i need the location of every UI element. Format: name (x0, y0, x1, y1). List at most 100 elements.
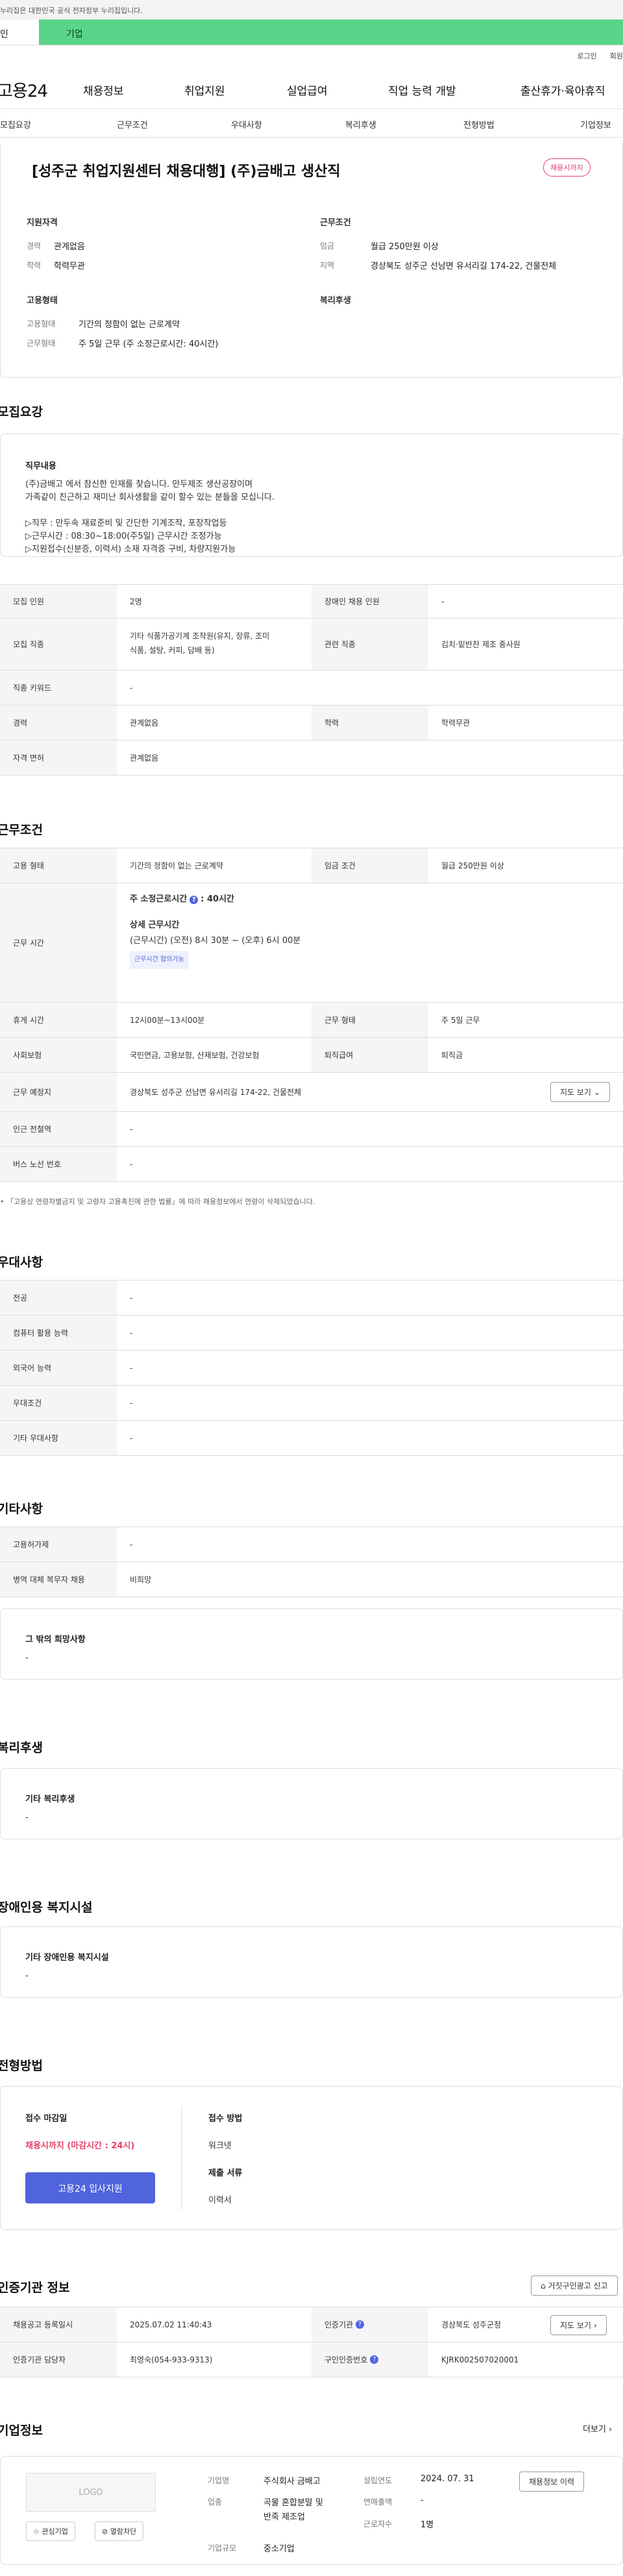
language-label: 외국어 능력 (0, 1351, 117, 1385)
facility-label: 기타 장애인용 복지시설 (25, 1953, 109, 1963)
gov-banner: 누리집은 대한민국 공식 전자정부 누리집입니다. (0, 0, 623, 19)
wage-value: 월급 250만원 이상 (441, 861, 504, 870)
nav-item-job-training[interactable]: 직업 능력 개발 (388, 82, 456, 98)
tab-welfare[interactable]: 복리후생 (345, 118, 376, 130)
tab-preference[interactable]: 우대사항 (231, 118, 262, 130)
info-icon[interactable]: ? (189, 896, 199, 904)
deadline-value: 채용시까지 (마감시간 : 24시) (25, 2141, 135, 2151)
work-hours-value: 주 소정근로시간?: 40시간 상세 근무시간 (근무시간) (오전) 8시 3… (117, 883, 623, 1002)
nav-item-unemployment-benefit[interactable]: 실업급여 (287, 82, 328, 98)
table-row: 모집 인원 2명 장애인 채용 인원 - (0, 585, 623, 619)
map-view-button[interactable]: 지도 보기 ⌄ (550, 1082, 610, 1102)
method-value: 워크넷 (208, 2141, 232, 2151)
bus-value: - (130, 1159, 133, 1169)
disabled-headcount-label: 장애인 채용 인원 (312, 585, 428, 618)
nav-item-jobs[interactable]: 채용정보 (83, 82, 124, 98)
block-icon: ⊘ (102, 2527, 110, 2536)
company-size-label: 기업규모 (208, 2544, 237, 2553)
employment-heading: 고용형태 (27, 296, 58, 306)
job-summary-card: [성주군 취업지원센터 채용대행] (주)금배고 생산직 채용시까지 지원자격 … (0, 143, 623, 378)
tab-company[interactable]: 기업정보 (580, 118, 611, 130)
main-nav: 고용24 채용정보 취업지원 실업급여 직업 능력 개발 출산휴가·육아휴직 (0, 64, 623, 109)
block-view-button[interactable]: ⊘ 열람차단 (95, 2521, 144, 2541)
work-form-label: 근무 형태 (312, 1003, 428, 1037)
table-row: 자격 면허 관계없음 (0, 741, 623, 776)
duty-line: 가족같이 친근하고 재미난 회사생활을 같이 할수 있는 분들을 모십니다. (25, 493, 275, 502)
work-form-value: 주 5일 근무 (441, 1016, 480, 1025)
bullet-icon: • (0, 1197, 6, 1206)
table-row: 경력 관계없음 학력 학력무관 (0, 705, 623, 741)
documents-label: 제출 서류 (208, 2168, 243, 2178)
subway-value: - (130, 1124, 133, 1134)
tab-personal[interactable]: 인 (0, 19, 39, 45)
company-more-link[interactable]: 더보기 › (583, 2422, 612, 2435)
wage-value: 월급 250만원 이상 (371, 242, 439, 252)
subway-label: 인근 전철역 (0, 1112, 117, 1146)
age-notice: • 「고용상 연령차별금지 및 고령자 고용촉진에 관한 법률」에 따라 채용정… (0, 1197, 315, 1206)
tab-screening[interactable]: 전형방법 (463, 118, 495, 130)
career-label: 경력 (0, 705, 117, 740)
keyword-label: 직종 키워드 (0, 670, 117, 705)
major-label: 전공 (0, 1281, 117, 1315)
weekly-hours: 주 소정근로시간?: 40시간 (130, 894, 234, 904)
duty-line: ▷근무시간 : 08:30~18:00(주5일) 근무시간 조정가능 (25, 532, 222, 541)
welfare-section-title: 복리후생 (0, 1741, 43, 1755)
detail-hours-value: (근무시간) (오전) 8시 30분 ~ (오후) 6시 00분 (130, 936, 301, 946)
info-icon[interactable]: ? (356, 2320, 365, 2329)
utility-links: 로그인 회원가 (0, 45, 623, 64)
tab-company[interactable]: 기업 (39, 19, 623, 45)
table-row: 기타 우대사항 - (0, 1421, 623, 1456)
headcount-label: 모집 인원 (0, 585, 117, 618)
signup-link[interactable]: 회원가 (610, 51, 623, 64)
audience-tabs: 인 기업 (0, 19, 623, 45)
facility-value: - (25, 1971, 29, 1981)
facility-section-title: 장애인용 복지시설 (0, 1900, 93, 1915)
report-fake-ad-button[interactable]: ⌂ 거짓구인광고 신고 (531, 2275, 618, 2296)
apply-button[interactable]: 고용24 입사지원 (25, 2172, 155, 2203)
license-value: 관계없음 (130, 754, 159, 763)
related-job-label: 관련 직종 (312, 619, 428, 670)
workplace-label: 근무 예정지 (0, 1073, 117, 1111)
table-row: 컴퓨터 활용 능력 - (0, 1316, 623, 1351)
table-row: 휴게 시간 12시00분~13시00분 근무 형태 주 5일 근무 (0, 1003, 623, 1038)
favorite-company-button[interactable]: ☆ 관심기업 (26, 2521, 75, 2541)
education-value: 학력무관 (441, 718, 470, 728)
manager-label: 인증기관 담당자 (0, 2342, 117, 2377)
conditions-table: 고용 형태 기간의 정함이 없는 근로계약 임금 조건 월급 250만원 이상 … (0, 848, 623, 1188)
tab-recruit[interactable]: 모집요강 (0, 118, 31, 130)
career-label: 경력 (27, 241, 42, 251)
login-link[interactable]: 로그인 (577, 51, 596, 64)
nav-item-parental-leave[interactable]: 출산휴가·육아휴직 (520, 82, 605, 98)
agency-value: 경상북도 성주군청 (441, 2320, 502, 2329)
headcount-value: 2명 (130, 597, 142, 606)
agency-map-button[interactable]: 지도 보기 › (550, 2315, 607, 2335)
revenue-value: - (421, 2496, 424, 2505)
table-row: 버스 노선 번호 - (0, 1147, 623, 1182)
career-value: 관계없음 (54, 242, 85, 252)
tab-conditions[interactable]: 근무조건 (117, 118, 148, 130)
job-category-line: 식품, 설탕, 커피, 담배 등) (130, 646, 215, 655)
info-icon[interactable]: ? (370, 2355, 379, 2364)
recruit-history-button[interactable]: 채용정보 이력 (519, 2472, 585, 2492)
job-category-line: 기타 식품가공기계 조작원(유지, 장류, 조미 (130, 632, 270, 641)
other-preference-value: - (130, 1433, 133, 1443)
registered-date-value: 2025.07.02 11:40:43 (130, 2320, 212, 2329)
work-type-value: 주 5일 근무 (주 소정근로시간: 40시간) (79, 339, 219, 349)
wage-label: 임금 (320, 241, 335, 251)
insurance-label: 사회보험 (0, 1038, 117, 1072)
license-label: 자격 면허 (0, 741, 117, 775)
related-job-value: 김치·밑반찬 제조 종사원 (441, 640, 520, 649)
cert-section-title: 인증기관 정보 (0, 2281, 70, 2295)
table-row: 직종 키워드 - (0, 670, 623, 705)
company-logo-placeholder: LOGO (26, 2473, 156, 2512)
table-row: 외국어 능력 - (0, 1351, 623, 1386)
employment-type-value: 기간의 정함이 없는 근로계약 (130, 861, 223, 870)
facility-box: 기타 장애인용 복지시설 - (0, 1926, 623, 1998)
site-logo[interactable]: 고용24 (0, 78, 48, 102)
table-row: 근무 예정지 경상북도 성주군 선남면 유서리길 174-22, 건물전체 지도… (0, 1073, 623, 1112)
nav-item-employment-support[interactable]: 취업지원 (184, 82, 225, 98)
etc-table: 고용허가제 - 병역 대체 복무자 채용 비희망 (0, 1527, 623, 1597)
screening-section-title: 전형방법 (0, 2059, 43, 2073)
divider (181, 2106, 182, 2210)
founded-label: 설립연도 (363, 2476, 393, 2485)
